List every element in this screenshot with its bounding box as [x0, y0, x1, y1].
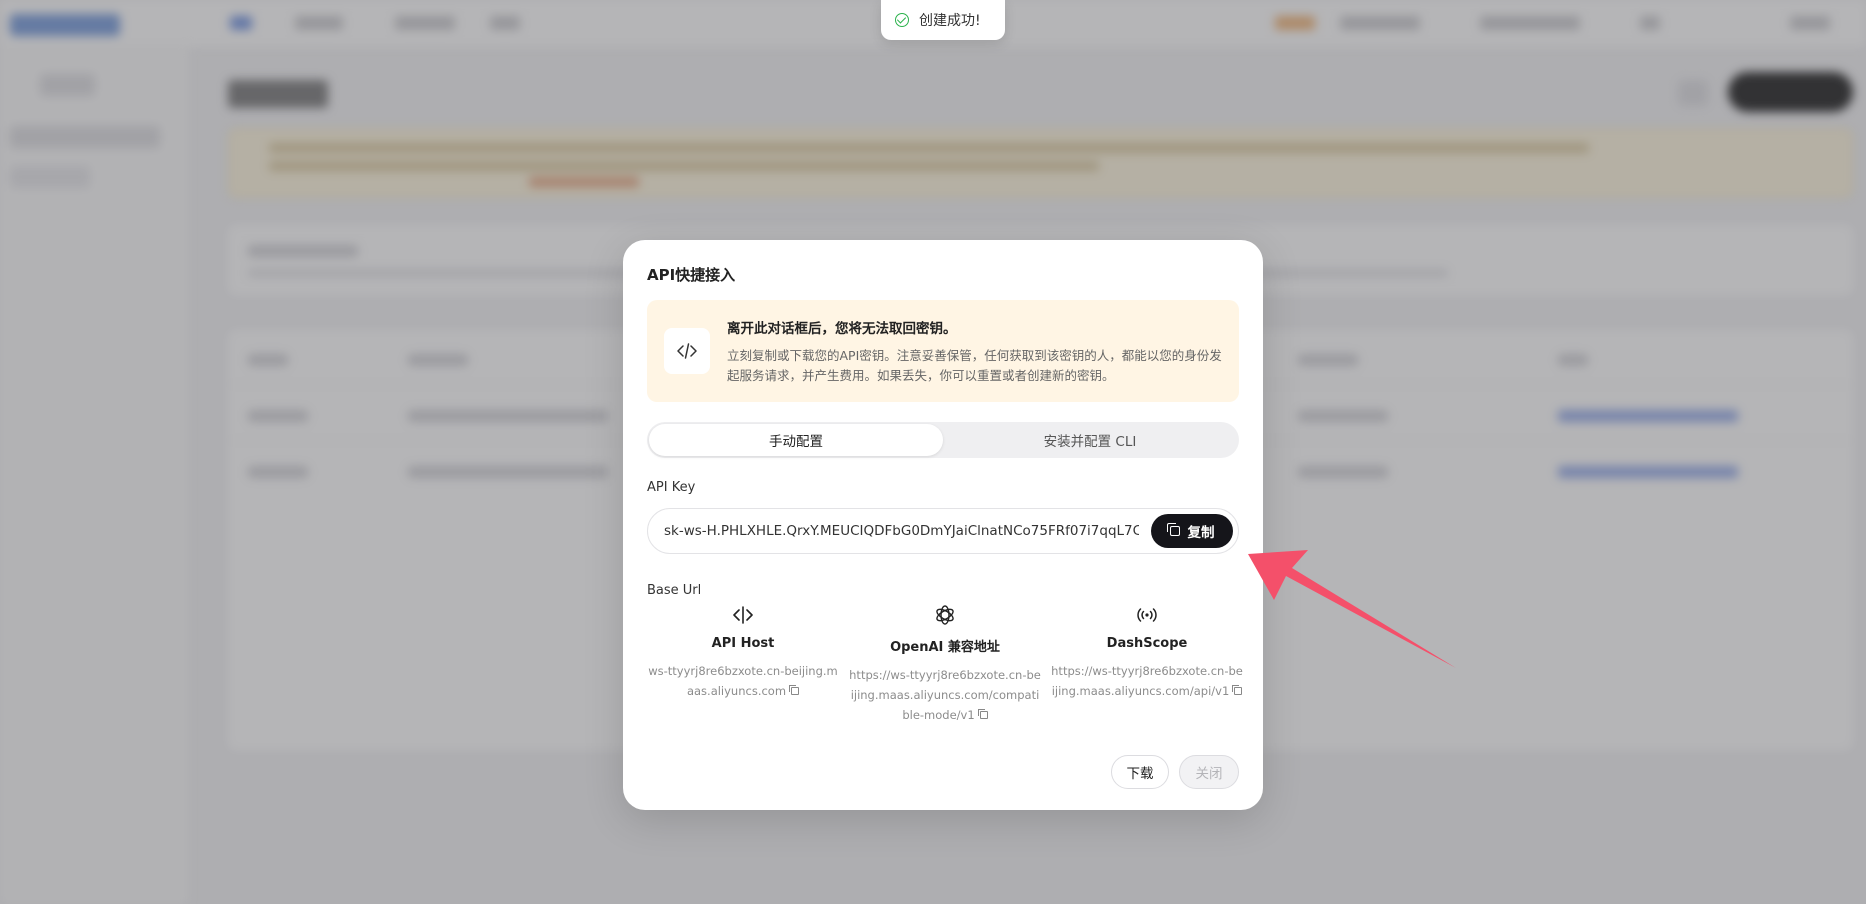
- tab-install-cli[interactable]: 安装并配置 CLI: [943, 424, 1237, 456]
- copy-button[interactable]: 复制: [1151, 514, 1233, 548]
- download-button[interactable]: 下载: [1111, 755, 1169, 789]
- api-key-field: 复制: [647, 508, 1239, 554]
- base-url-api-host: API Host ws-ttyyrj8re6bzxote.cn-beijing.…: [647, 602, 839, 701]
- api-key-label: API Key: [647, 480, 696, 495]
- broadcast-icon: [1051, 602, 1243, 628]
- copy-icon[interactable]: [789, 685, 800, 695]
- base-url-text: ws-ttyyrj8re6bzxote.cn-beijing.maas.aliy…: [648, 664, 838, 698]
- base-url-value[interactable]: https://ws-ttyyrj8re6bzxote.cn-beijing.m…: [849, 665, 1041, 725]
- base-url-openai: OpenAI 兼容地址 https://ws-ttyyrj8re6bzxote.…: [849, 602, 1041, 725]
- base-url-name: OpenAI 兼容地址: [890, 640, 1000, 655]
- copy-button-label: 复制: [1187, 525, 1215, 540]
- code-icon: [664, 328, 710, 374]
- base-url-value[interactable]: ws-ttyyrj8re6bzxote.cn-beijing.maas.aliy…: [647, 661, 839, 701]
- api-key-input[interactable]: [664, 509, 1139, 553]
- warning-box: 离开此对话框后，您将无法取回密钥。 立刻复制或下载您的API密钥。注意妥善保管，…: [647, 300, 1239, 402]
- warning-heading: 离开此对话框后，您将无法取回密钥。: [727, 321, 957, 337]
- toast-text: 创建成功!: [919, 13, 981, 29]
- base-url-dashscope: DashScope https://ws-ttyyrj8re6bzxote.cn…: [1051, 602, 1243, 701]
- base-url-text: https://ws-ttyyrj8re6bzxote.cn-beijing.m…: [849, 668, 1041, 722]
- config-mode-tabs: 手动配置 安装并配置 CLI: [647, 422, 1239, 458]
- code-icon: [647, 602, 839, 628]
- base-url-name: DashScope: [1106, 636, 1188, 651]
- tab-manual-config[interactable]: 手动配置: [649, 424, 943, 456]
- dialog-title: API快捷接入: [647, 266, 736, 284]
- close-button[interactable]: 关闭: [1179, 755, 1239, 789]
- warning-body: 立刻复制或下载您的API密钥。注意妥善保管，任何获取到该密钥的人，都能以您的身份…: [727, 348, 1222, 383]
- openai-icon: [849, 602, 1041, 628]
- annotation-arrow: [1248, 550, 1456, 668]
- base-url-label: Base Url: [647, 583, 702, 598]
- success-toast: 创建成功!: [881, 0, 1005, 40]
- base-url-name: API Host: [711, 636, 775, 651]
- base-url-value[interactable]: https://ws-ttyyrj8re6bzxote.cn-beijing.m…: [1051, 661, 1243, 701]
- copy-icon[interactable]: [977, 709, 988, 719]
- copy-icon[interactable]: [1232, 685, 1243, 695]
- base-url-text: https://ws-ttyyrj8re6bzxote.cn-beijing.m…: [1051, 664, 1243, 698]
- copy-icon: [1166, 523, 1180, 536]
- check-circle-icon: [895, 13, 909, 27]
- api-quick-access-dialog: API快捷接入 离开此对话框后，您将无法取回密钥。 立刻复制或下载您的API密钥…: [623, 240, 1263, 810]
